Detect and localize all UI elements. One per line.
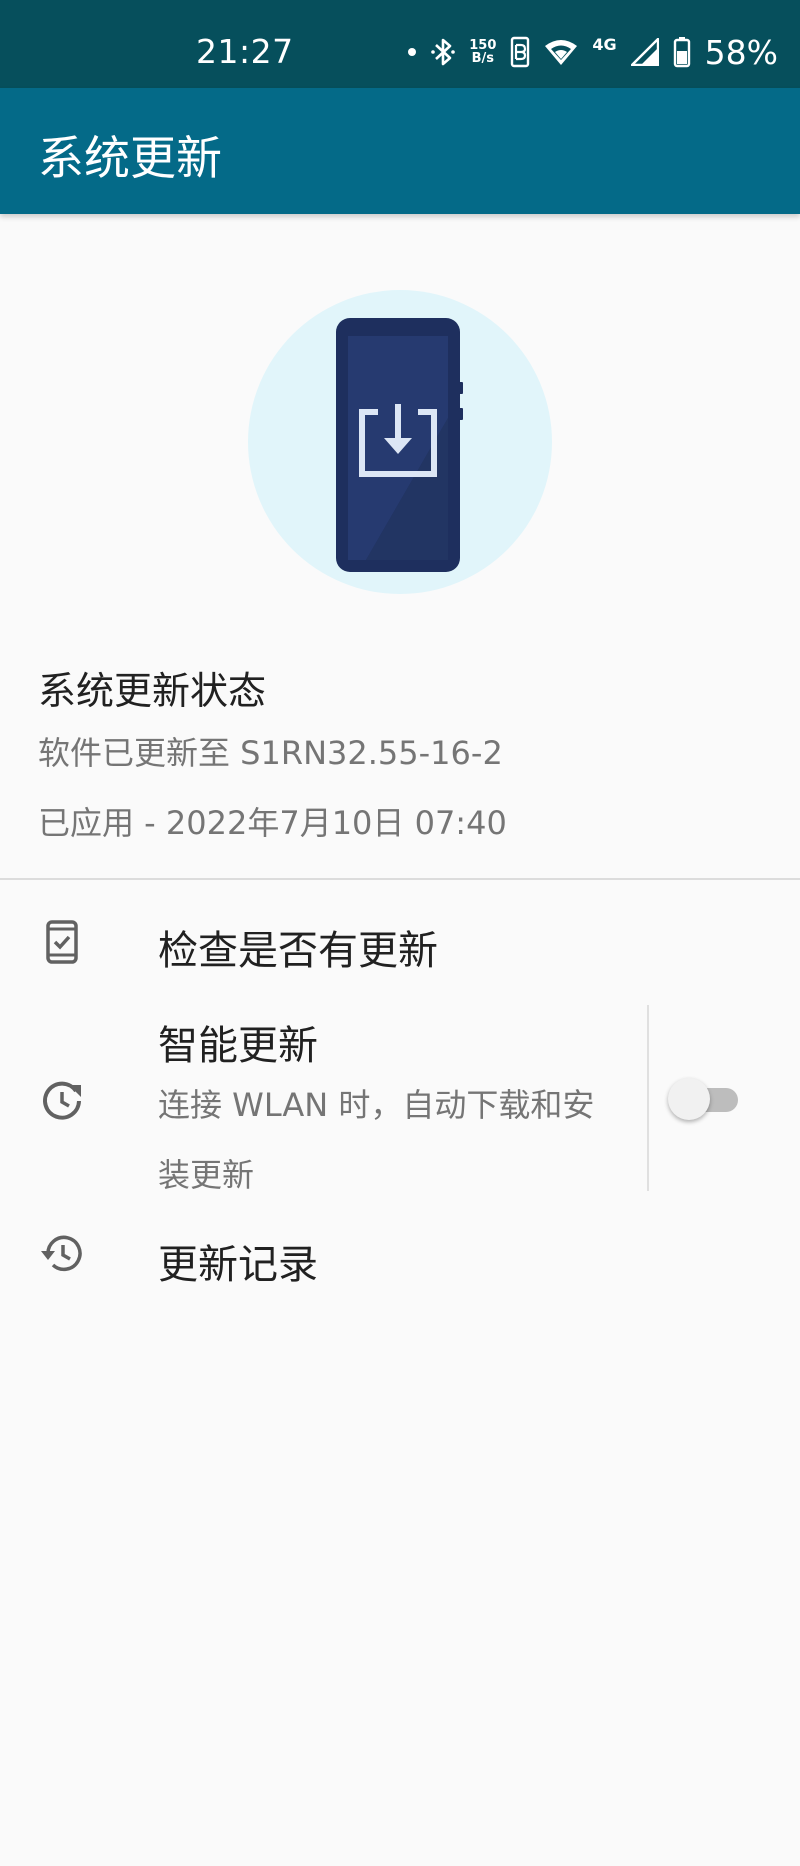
switch-divider xyxy=(647,1005,649,1191)
status-icons: 150 B/s 4G 58% xyxy=(407,30,778,74)
app-bar: 系统更新 xyxy=(0,88,800,214)
page-title: 系统更新 xyxy=(38,131,222,185)
list-item-check-update[interactable]: 检查是否有更新 xyxy=(0,902,800,992)
status-bar: 21:27 150 B/s 4G 58% xyxy=(0,0,800,88)
status-time: 21:27 xyxy=(196,32,294,71)
smart-update-toggle[interactable] xyxy=(668,1076,742,1120)
network-type: 4G xyxy=(592,34,617,54)
net-speed: 150 B/s xyxy=(469,39,496,65)
hero-illustration xyxy=(248,290,552,594)
battery-percent: 58% xyxy=(704,32,778,72)
net-speed-unit: B/s xyxy=(471,51,494,66)
battery-icon xyxy=(673,37,690,68)
phone-check-icon xyxy=(46,920,78,964)
signal-icon xyxy=(630,38,659,66)
wifi-icon xyxy=(545,40,578,65)
phone-download-icon xyxy=(248,290,552,594)
update-status-title: 系统更新状态 xyxy=(38,669,267,713)
history-icon xyxy=(41,1235,82,1272)
hd-icon xyxy=(511,36,530,68)
section-divider xyxy=(0,878,800,880)
toggle-thumb xyxy=(668,1078,710,1120)
update-applied-text: 已应用 - 2022年7月10日 07:40 xyxy=(38,804,507,842)
update-version-text: 软件已更新至 S1RN32.55-16-2 xyxy=(38,734,503,772)
check-update-title: 检查是否有更新 xyxy=(158,928,438,974)
smart-update-summary: 连接 WLAN 时，自动下载和安装更新 xyxy=(158,1086,595,1194)
update-history-title: 更新记录 xyxy=(158,1242,318,1288)
bluetooth-icon xyxy=(431,38,456,66)
smart-update-title: 智能更新 xyxy=(158,1023,318,1069)
notification-dot-icon xyxy=(408,48,417,56)
list-item-update-history[interactable]: 更新记录 xyxy=(0,1212,800,1304)
clock-refresh-icon xyxy=(43,1081,81,1120)
